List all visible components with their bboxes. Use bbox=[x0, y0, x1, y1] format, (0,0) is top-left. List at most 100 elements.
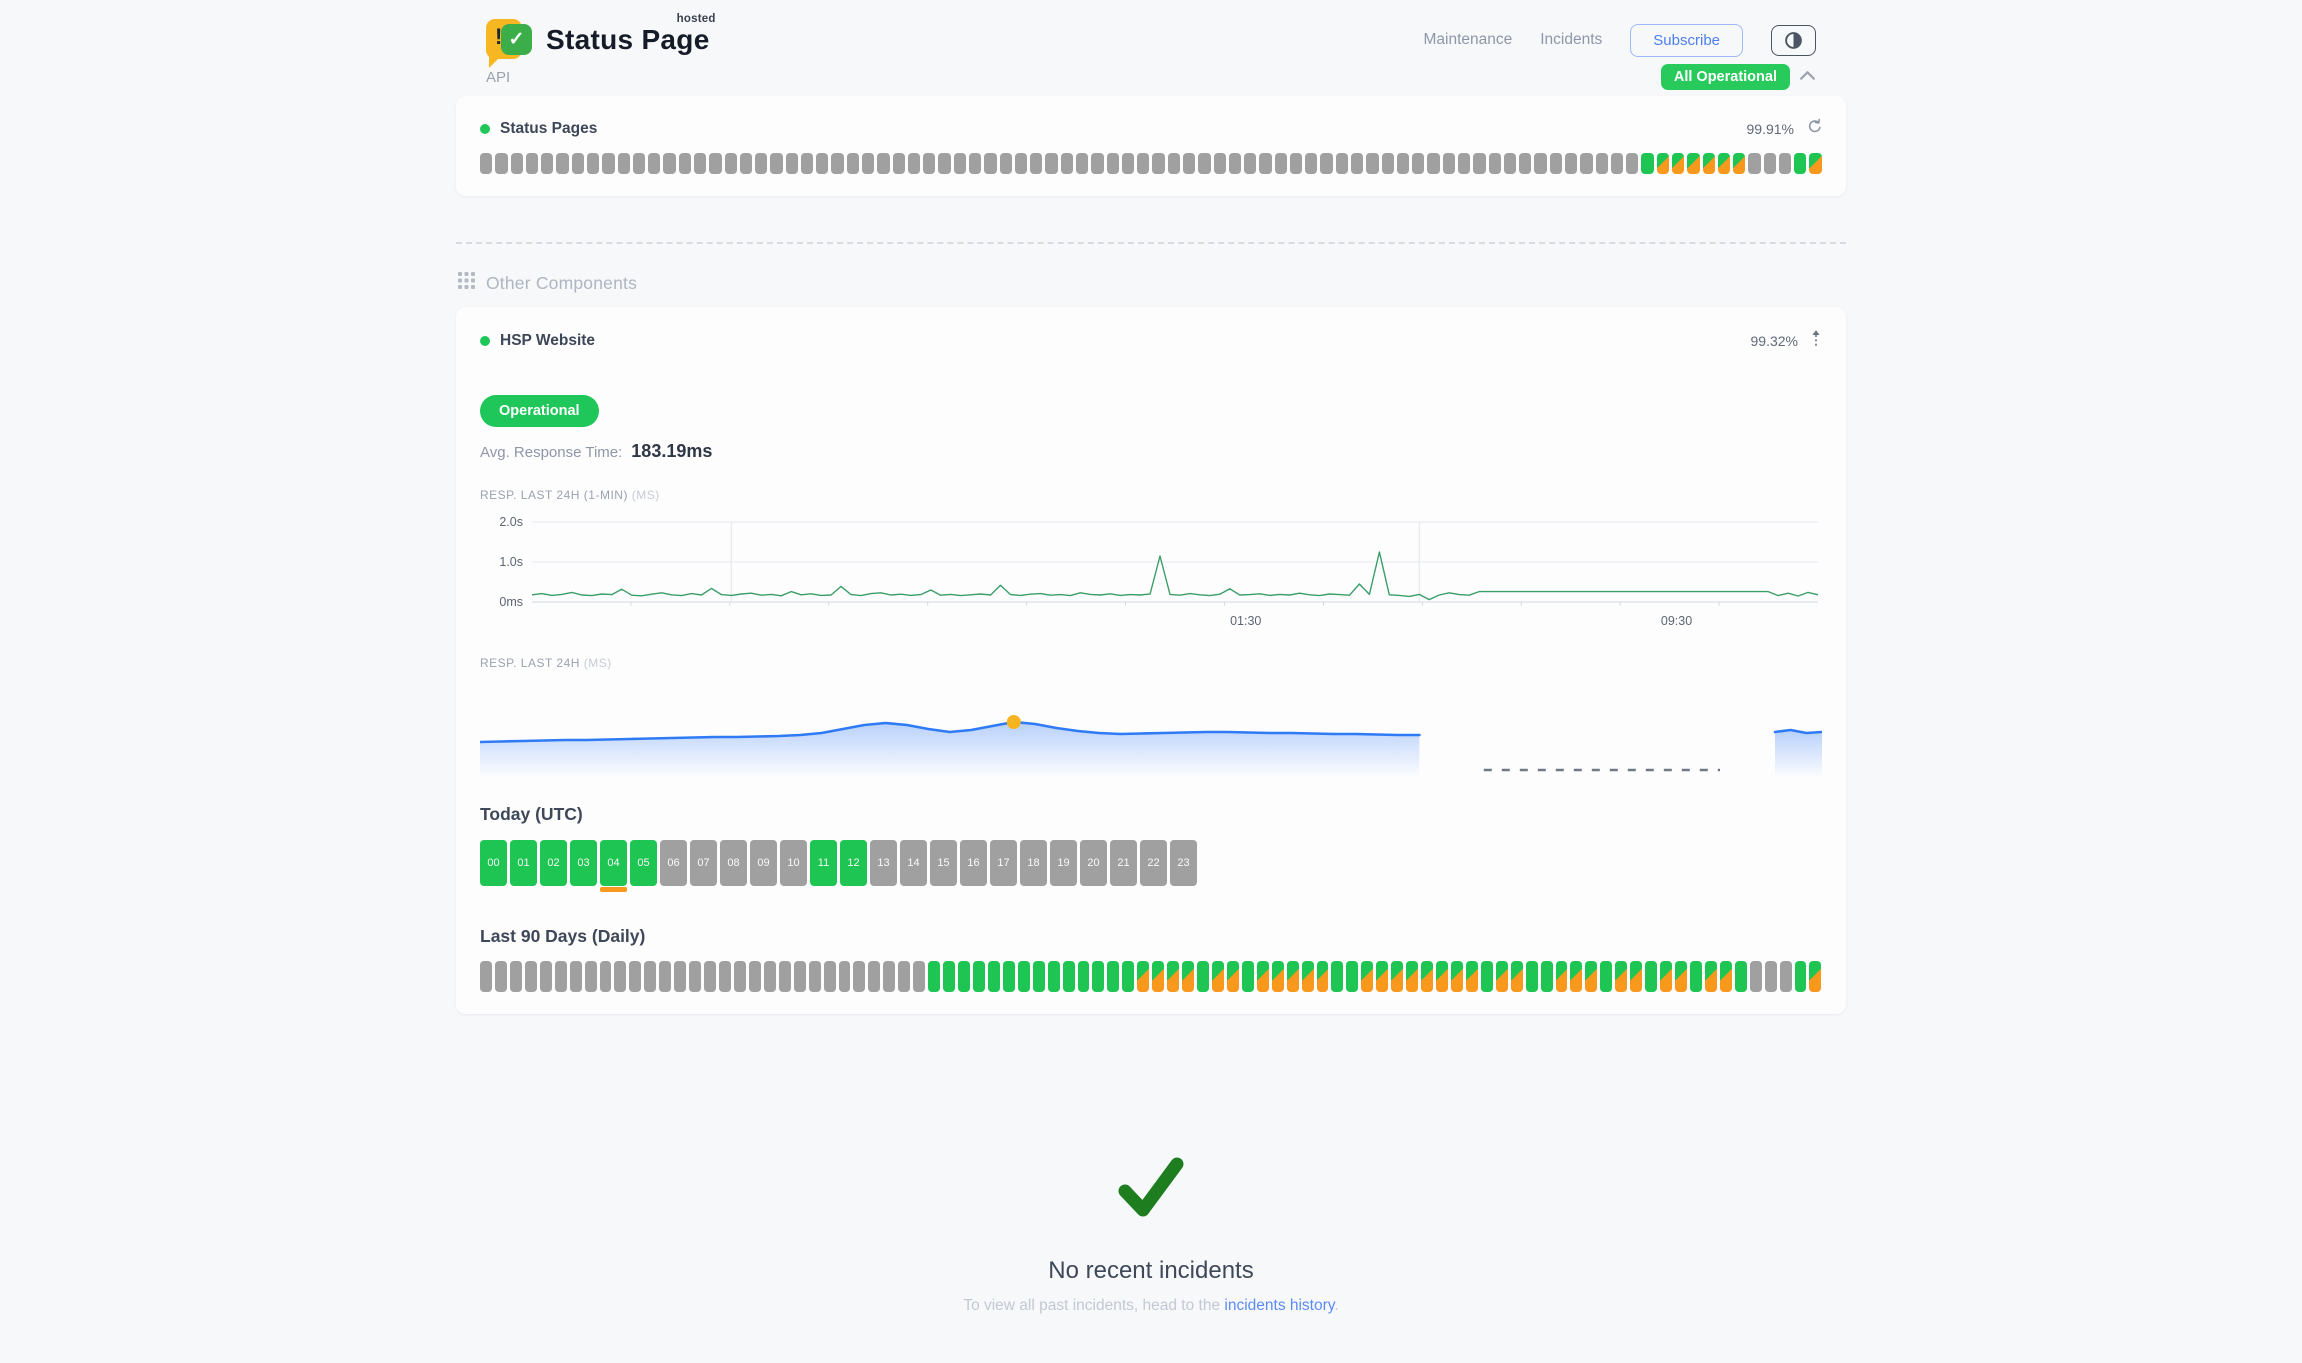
uptime-bar bbox=[1290, 153, 1302, 174]
uptime-bar bbox=[1657, 153, 1669, 174]
uptime-bar bbox=[1641, 153, 1653, 174]
brand-name: Status Page bbox=[546, 24, 710, 55]
uptime-bar bbox=[1275, 153, 1287, 174]
uptime-bar bbox=[1336, 153, 1348, 174]
day-bar bbox=[1257, 961, 1269, 992]
day-bar bbox=[958, 961, 970, 992]
day-bar bbox=[1331, 961, 1343, 992]
uptime-bar bbox=[1122, 153, 1134, 174]
uptime-bar bbox=[770, 153, 782, 174]
overall-status-badge[interactable]: All Operational bbox=[1661, 64, 1790, 90]
day-bar bbox=[1511, 961, 1523, 992]
hour-block-02: 02 bbox=[540, 840, 567, 886]
uptime-bar bbox=[1244, 153, 1256, 174]
day-bar bbox=[1526, 961, 1538, 992]
day-bar bbox=[570, 961, 582, 992]
uptime-bar bbox=[633, 153, 645, 174]
day-bar bbox=[1750, 961, 1762, 992]
uptime-bar bbox=[893, 153, 905, 174]
day-bar bbox=[1167, 961, 1179, 992]
nav-item-incidents[interactable]: Incidents bbox=[1540, 31, 1602, 49]
day-bar bbox=[868, 961, 880, 992]
day-bar bbox=[1212, 961, 1224, 992]
uptime-bar bbox=[1534, 153, 1546, 174]
uptime-bar bbox=[862, 153, 874, 174]
uptime-bar bbox=[1168, 153, 1180, 174]
uptime-bar bbox=[1030, 153, 1042, 174]
day-bar bbox=[928, 961, 940, 992]
incidents-history-link[interactable]: incidents history bbox=[1224, 1297, 1334, 1314]
uptime-bar bbox=[1152, 153, 1164, 174]
day-bar bbox=[1287, 961, 1299, 992]
logo[interactable]: ! ✓ Status Page hosted bbox=[486, 16, 710, 64]
day-bar bbox=[943, 961, 955, 992]
svg-text:1.0s: 1.0s bbox=[499, 555, 523, 569]
uptime-bar bbox=[1764, 153, 1776, 174]
arrow-up-icon[interactable] bbox=[1810, 329, 1822, 353]
daily-chart-unit: (MS) bbox=[584, 656, 612, 670]
uptime-bar bbox=[1779, 153, 1791, 174]
uptime-bar bbox=[1687, 153, 1699, 174]
hour-block-19: 19 bbox=[1050, 840, 1077, 886]
uptime-bar bbox=[1580, 153, 1592, 174]
uptime-bar bbox=[1183, 153, 1195, 174]
uptime-bar bbox=[923, 153, 935, 174]
subscribe-button[interactable]: Subscribe bbox=[1630, 24, 1743, 57]
hour-block-15: 15 bbox=[930, 840, 957, 886]
day-bar bbox=[719, 961, 731, 992]
uptime-bar bbox=[618, 153, 630, 174]
status-dot bbox=[480, 336, 490, 346]
chevron-up-icon[interactable] bbox=[1799, 68, 1816, 86]
uptime-bar bbox=[1076, 153, 1088, 174]
status-pages-strip bbox=[480, 153, 1822, 174]
uptime-bar bbox=[1489, 153, 1501, 174]
component-name: HSP Website bbox=[500, 332, 595, 350]
day-bar bbox=[1660, 961, 1672, 992]
day-bar bbox=[749, 961, 761, 992]
uptime-bar bbox=[877, 153, 889, 174]
day-bar bbox=[525, 961, 537, 992]
day-bar bbox=[1466, 961, 1478, 992]
other-components-title: Other Components bbox=[486, 273, 637, 294]
hsp-website-card: HSP Website 99.32% Operational Avg. Resp… bbox=[456, 307, 1846, 1014]
uptime-bar bbox=[679, 153, 691, 174]
hour-block-01: 01 bbox=[510, 840, 537, 886]
nav-item-maintenance[interactable]: Maintenance bbox=[1423, 31, 1512, 49]
hour-block-20: 20 bbox=[1080, 840, 1107, 886]
day-bar bbox=[1809, 961, 1821, 992]
uptime-bar bbox=[1320, 153, 1332, 174]
api-section-header: API All Operational bbox=[456, 62, 1846, 90]
svg-text:01:30: 01:30 bbox=[1230, 614, 1261, 628]
daily-chart-label: RESP. LAST 24H (MS) bbox=[480, 656, 1822, 670]
uptime-bar bbox=[1748, 153, 1760, 174]
uptime-bar bbox=[938, 153, 950, 174]
day-bar bbox=[1197, 961, 1209, 992]
day-bar bbox=[480, 961, 492, 992]
uptime-bar bbox=[1214, 153, 1226, 174]
uptime-bar bbox=[1107, 153, 1119, 174]
daily-chart-label-text: RESP. LAST 24H bbox=[480, 656, 580, 670]
operational-badge: Operational bbox=[480, 395, 599, 427]
refresh-icon[interactable] bbox=[1806, 118, 1822, 139]
day-bar bbox=[1556, 961, 1568, 992]
other-components-heading: Other Components bbox=[456, 272, 1846, 294]
uptime-bar bbox=[1794, 153, 1806, 174]
hour-block-09: 09 bbox=[750, 840, 777, 886]
day-bar bbox=[1003, 961, 1015, 992]
day-bar bbox=[555, 961, 567, 992]
day-bar bbox=[629, 961, 641, 992]
today-hours: 0001020304050607080910111213141516171819… bbox=[480, 840, 1822, 886]
uptime-bar bbox=[1809, 153, 1821, 174]
section-divider bbox=[456, 242, 1846, 244]
day-bar bbox=[883, 961, 895, 992]
day-bar bbox=[973, 961, 985, 992]
hour-block-21: 21 bbox=[1110, 840, 1137, 886]
uptime-bar bbox=[1198, 153, 1210, 174]
no-incidents-title: No recent incidents bbox=[456, 1257, 1846, 1285]
theme-toggle-button[interactable] bbox=[1771, 25, 1816, 56]
day-bar bbox=[614, 961, 626, 992]
day-bar bbox=[1078, 961, 1090, 992]
uptime-bar bbox=[786, 153, 798, 174]
uptime-bar bbox=[1091, 153, 1103, 174]
last90-title: Last 90 Days (Daily) bbox=[480, 926, 1822, 947]
